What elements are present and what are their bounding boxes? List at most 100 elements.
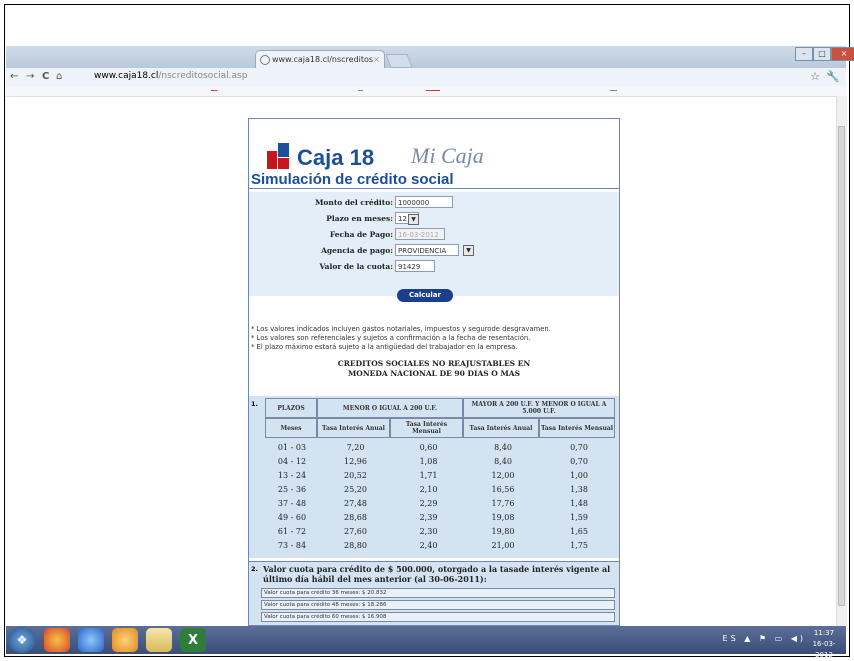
table-cell: 1,08 — [419, 457, 438, 466]
chrome-icon[interactable] — [44, 628, 70, 652]
tab-close-icon[interactable]: × — [373, 51, 380, 68]
new-tab-button[interactable] — [385, 54, 413, 68]
scrollbar-thumb[interactable] — [838, 126, 845, 606]
favicon-icon — [260, 55, 270, 65]
table-cell: 73 - 84 — [277, 541, 307, 550]
table-row: 61 - 72 27,60 2,30 19,80 1,65 — [267, 526, 612, 538]
table-cell: 28,68 — [344, 513, 367, 522]
cuota-examples: 2. Valor cuota para crédito de $ 500.000… — [249, 561, 619, 625]
table-cell: 1,75 — [570, 541, 588, 550]
credit-form: Monto del crédito: 1000000 Plazo en mese… — [249, 192, 619, 296]
disclaimer-notes: * Los valores indicados incluyen gastos … — [251, 325, 619, 352]
cuota-example-row: Valor cuota para crédito 48 meses: $ 18.… — [261, 600, 615, 610]
plazo-value: 12 — [398, 215, 407, 223]
table-cell: 12,96 — [344, 457, 367, 466]
url-path: /nscreditosocial.asp — [158, 71, 248, 81]
header-plazos: PLAZOS — [265, 398, 317, 418]
monto-label: Monto del crédito: — [315, 198, 393, 207]
table-cell: 7,20 — [346, 443, 365, 452]
table-cell: 1,71 — [419, 471, 438, 480]
app-icon[interactable] — [112, 628, 138, 652]
start-button[interactable]: ❖ — [8, 627, 36, 653]
creditos-title: CREDITOS SOCIALES NO REAJUSTABLES EN MON… — [249, 359, 619, 379]
table-row: 01 - 03 7,20 0,60 8,40 0,70 — [267, 442, 612, 454]
clock-time: 11:37 — [813, 629, 835, 637]
note-line: * Los valores indicados incluyen gastos … — [251, 325, 551, 333]
table-cell: 2,10 — [419, 485, 438, 494]
table-cell: 16,56 — [491, 485, 515, 494]
header-tasa-anual: Tasa Interés Anual — [317, 418, 390, 438]
agencia-label: Agencia de pago: — [321, 246, 393, 255]
cuota-example-row: Valor cuota para crédito 36 meses: $ 20.… — [261, 588, 615, 598]
tray-icons[interactable]: ▲ ⚑ ▭ ◀) — [744, 634, 806, 643]
tagline: Mi Caja — [411, 143, 484, 168]
table-row: 25 - 36 25,20 2,10 16,56 1,38 — [267, 484, 612, 496]
calcular-button[interactable]: Calcular — [397, 289, 453, 302]
monto-input[interactable]: 1000000 — [395, 196, 453, 208]
agencia-select[interactable]: PROVIDENCIA — [395, 244, 459, 256]
table-row: 04 - 12 12,96 1,08 8,40 0,70 — [267, 456, 612, 468]
table-cell: 8,40 — [494, 457, 512, 466]
bookmark-star-icon[interactable]: ☆ — [810, 70, 820, 83]
page-scrollbar[interactable] — [836, 96, 847, 626]
clock[interactable]: 11:37 16-03-2012 — [806, 628, 842, 661]
page-title: Simulación de crédito social — [249, 171, 619, 189]
forward-arrow-icon[interactable]: → — [26, 71, 34, 82]
table-cell: 1,59 — [570, 513, 588, 522]
table-cell: 0,60 — [419, 443, 438, 452]
fecha-label: Fecha de Pago: — [329, 230, 393, 239]
reload-icon[interactable]: C — [42, 71, 49, 82]
table-cell: 28,80 — [344, 541, 367, 550]
table-cell: 0,70 — [570, 457, 588, 466]
header-tasa-mensual: Tasa Interés Mensual — [390, 418, 463, 438]
table-row: 13 - 24 20,52 1,71 12,00 1,00 — [267, 470, 612, 482]
creditos-title-line: CREDITOS SOCIALES NO REAJUSTABLES EN — [337, 359, 531, 368]
table-row: 73 - 84 28,80 2,40 21,00 1,75 — [267, 540, 612, 552]
header-menor: MENOR O IGUAL A 200 U.F. — [317, 398, 463, 418]
address-bar: ← → C ⌂ www.caja18.cl/nscreditosocial.as… — [6, 68, 846, 87]
minimize-button[interactable]: – — [795, 47, 813, 61]
windows-taskbar: ❖ X ES ▲ ⚑ ▭ ◀) 11:37 16-03-2012 — [6, 626, 846, 659]
excel-icon[interactable]: X — [180, 628, 206, 652]
chevron-down-icon[interactable]: ▼ — [408, 214, 419, 225]
section-number: 2. — [251, 565, 258, 573]
language-indicator[interactable]: ES — [723, 634, 739, 643]
close-button[interactable]: × — [831, 47, 854, 61]
url-host: www.caja18.cl — [94, 71, 159, 81]
table-cell: 2,40 — [419, 541, 438, 550]
browser-tab[interactable]: www.caja18.cl/nscreditos × — [255, 50, 385, 68]
chevron-down-icon[interactable]: ▼ — [463, 245, 474, 256]
plazo-select[interactable]: 12 ▼ — [395, 212, 419, 225]
table-cell: 2,30 — [419, 527, 438, 536]
table-row: 37 - 48 27,48 2,29 17,76 1,48 — [267, 498, 612, 510]
plazo-label: Plazo en meses: — [326, 214, 393, 223]
table-cell: 20,52 — [344, 471, 367, 480]
header-meses: Meses — [265, 418, 317, 438]
agencia-value: PROVIDENCIA — [398, 247, 447, 255]
tab-title: www.caja18.cl/nscreditos — [272, 55, 374, 64]
table-cell: 1,48 — [570, 499, 588, 508]
table-cell: 61 - 72 — [277, 527, 307, 536]
home-icon[interactable]: ⌂ — [56, 71, 62, 82]
table-row: 49 - 60 28,68 2,39 19,08 1,59 — [267, 512, 612, 524]
table-cell: 8,40 — [494, 443, 512, 452]
table-cell: 01 - 03 — [277, 443, 307, 452]
media-player-icon[interactable] — [78, 628, 104, 652]
table-cell: 27,48 — [344, 499, 367, 508]
cuota-label: Valor de la cuota: — [319, 262, 393, 271]
maximize-button[interactable]: □ — [813, 47, 831, 61]
agencia-row: Agencia de pago: PROVIDENCIA ▼ — [249, 244, 619, 258]
note-line: * Los valores son referenciales y sujeto… — [251, 334, 531, 342]
section-number: 1. — [251, 400, 258, 408]
wrench-icon[interactable]: 🔧 — [826, 70, 840, 83]
back-arrow-icon[interactable]: ← — [10, 71, 18, 82]
system-tray[interactable]: ES ▲ ⚑ ▭ ◀) — [723, 634, 806, 643]
explorer-icon[interactable] — [146, 628, 172, 652]
table-cell: 49 - 60 — [277, 513, 307, 522]
fecha-row: Fecha de Pago: 16-03-2012 — [249, 228, 619, 242]
table-cell: 0,70 — [570, 443, 588, 452]
url-field[interactable]: www.caja18.cl/nscreditosocial.asp — [94, 70, 794, 83]
table-cell: 27,60 — [344, 527, 367, 536]
table-cell: 17,76 — [491, 499, 515, 508]
window-controls: – □ × — [795, 47, 854, 61]
